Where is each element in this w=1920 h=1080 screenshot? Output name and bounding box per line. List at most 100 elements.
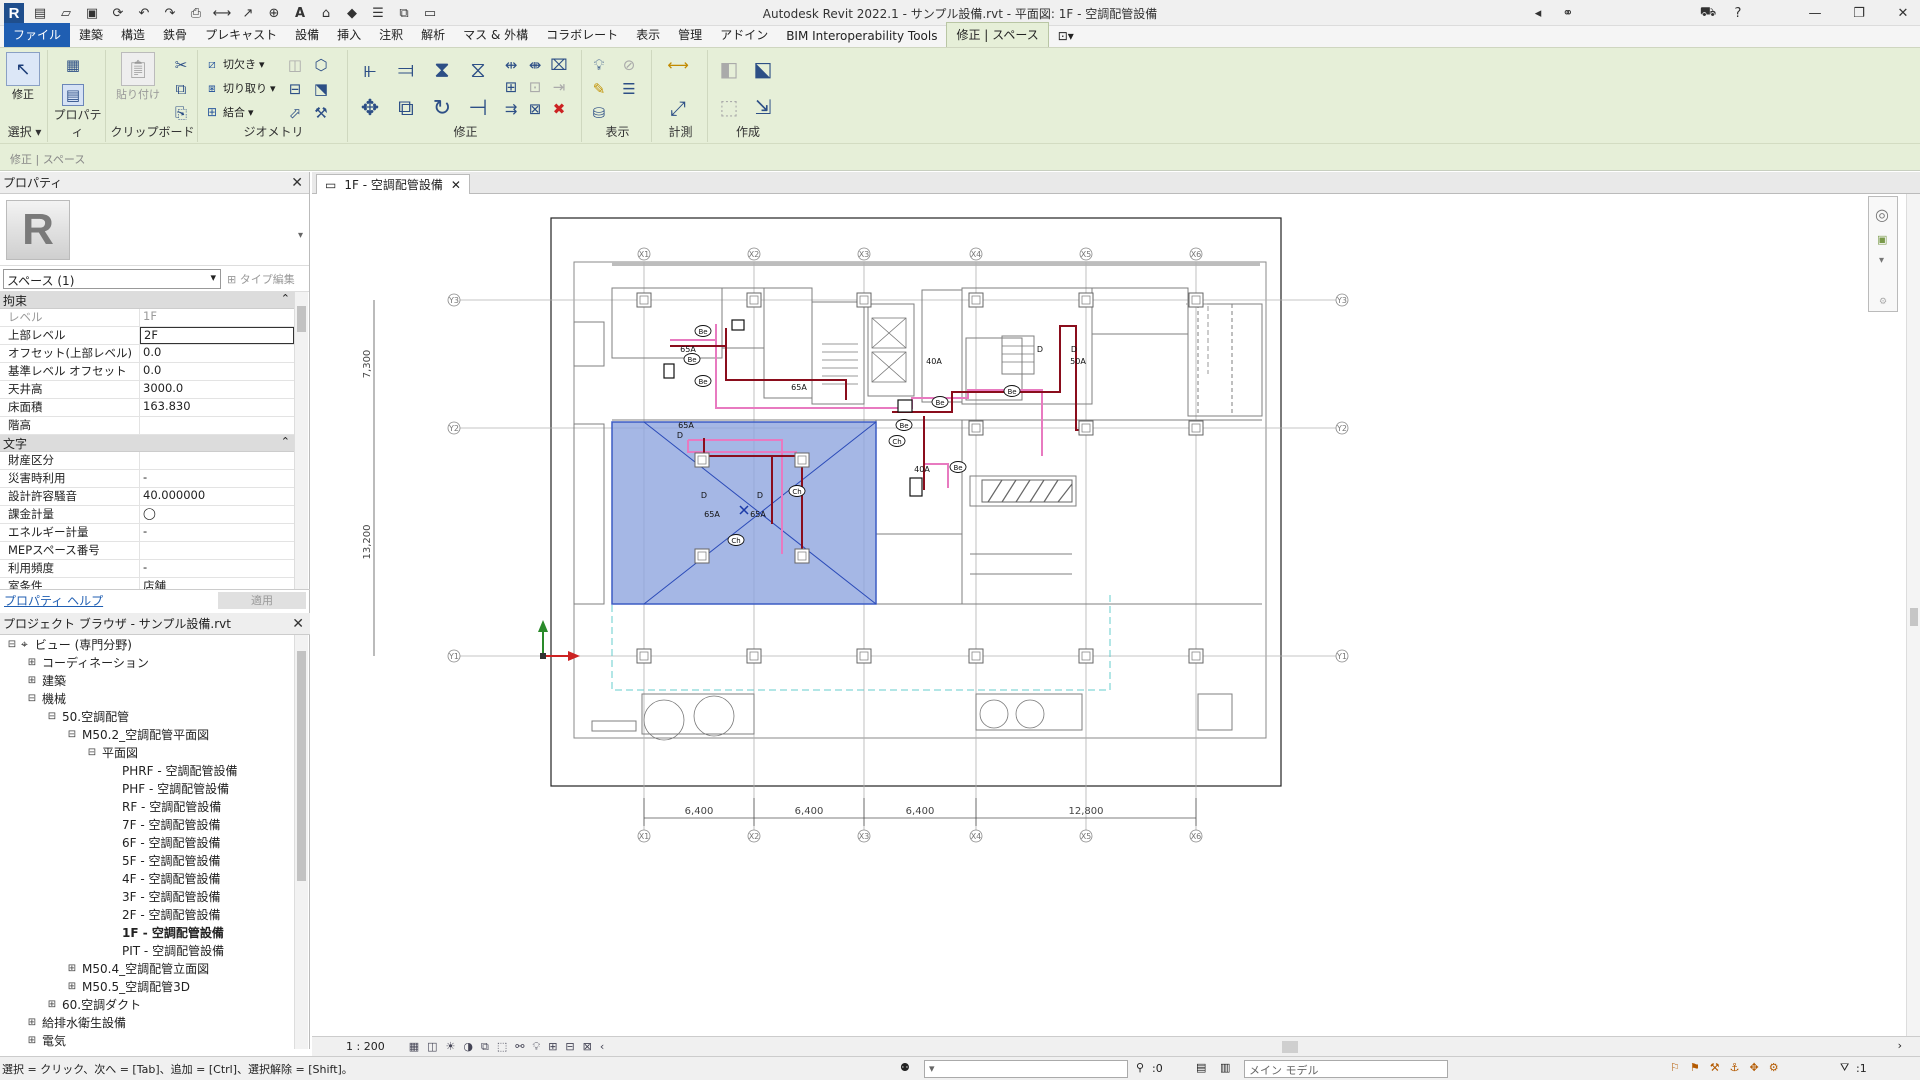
trim-icon[interactable]: ⊣ <box>462 92 494 124</box>
properties-close-icon[interactable]: ✕ <box>291 175 303 191</box>
mirror-draw-icon[interactable]: ⧖ <box>462 54 494 86</box>
browser-node[interactable]: 4F - 空調配管設備 <box>0 869 294 887</box>
steering-wheel-icon[interactable]: ◎ <box>1875 205 1889 224</box>
editable-count-icon[interactable]: ⚲ <box>1136 1061 1144 1074</box>
ribbon-tab[interactable]: アドイン <box>711 23 777 47</box>
property-value[interactable]: 0.0 <box>140 345 294 362</box>
ribbon-tab[interactable]: プレキャスト <box>196 23 286 47</box>
ribbon-tab[interactable]: マス & 外構 <box>454 23 537 47</box>
drawing-canvas[interactable]: X1 X1 X2 X2 X3 X3 X4 X4 X5 X5 X6 X6 Y3 Y3 Y2 Y2 Y1 Y1 <box>312 194 1906 1036</box>
temp-hide-icon[interactable]: ⚯ <box>515 1040 524 1054</box>
filter-icon[interactable]: ⛛ <box>1840 1061 1849 1075</box>
join-button[interactable]: ⊞ 結合 ▾ <box>204 104 254 120</box>
ribbon-tab[interactable]: コラボレート <box>537 23 627 47</box>
browser-node[interactable]: ⊟ 平面図 <box>0 743 294 761</box>
ribbon-tab[interactable]: 鉄骨 <box>154 23 196 47</box>
expand-toggle-icon[interactable]: ⊟ <box>46 711 58 722</box>
select-by-face-icon[interactable]: ⚓ <box>1730 1061 1740 1074</box>
measure-between-icon[interactable]: ⟷ <box>658 54 698 76</box>
selected-space[interactable] <box>611 421 877 605</box>
ribbon-tab[interactable]: 構造 <box>112 23 154 47</box>
expand-toggle-icon[interactable]: ⊟ <box>26 693 38 704</box>
paint-icon[interactable]: ⬔ <box>310 78 332 100</box>
ribbon-tab[interactable]: 表示 <box>627 23 669 47</box>
browser-node[interactable]: ⊞ コーディネーション <box>0 653 294 671</box>
create-similar-icon[interactable]: ⇲ <box>748 92 778 122</box>
ribbon-tab[interactable]: 建築 <box>70 23 112 47</box>
property-value[interactable]: 40.000000 <box>140 488 294 505</box>
property-value[interactable]: 1F <box>140 309 294 326</box>
hide-icon[interactable]: ⊘ <box>618 54 640 76</box>
property-value[interactable]: 3000.0 <box>140 381 294 398</box>
browser-node[interactable]: ⊞ M50.4_空調配管立面図 <box>0 959 294 977</box>
unpin-icon[interactable]: ⌧ <box>548 54 570 76</box>
select-panel-label[interactable]: 選択 ▾ <box>2 123 47 140</box>
instance-filter-select[interactable]: スペース (1) <box>3 268 221 289</box>
property-value[interactable]: - <box>140 560 294 577</box>
property-group-header[interactable]: 文字 <box>0 435 294 452</box>
property-value[interactable] <box>140 542 294 559</box>
type-dropdown-icon[interactable]: ▾ <box>298 230 303 241</box>
browser-node[interactable]: ⊞ 建築 <box>0 671 294 689</box>
view-tab-close-icon[interactable]: ✕ <box>451 178 461 192</box>
array-icon[interactable]: ⊞ <box>500 76 522 98</box>
rotate-icon[interactable]: ↻ <box>426 92 458 124</box>
workset-select[interactable]: ▾ <box>924 1060 1128 1078</box>
properties-scrollbar[interactable] <box>294 292 308 589</box>
close-icon[interactable]: ✕ <box>1886 2 1920 24</box>
split-face-icon[interactable]: ⊟ <box>284 78 306 100</box>
property-group-header[interactable]: 拘束 <box>0 292 294 309</box>
hammer-icon[interactable]: ⚒ <box>310 102 332 124</box>
lightbulb-icon[interactable]: 💡︎ <box>588 54 610 76</box>
ribbon-tab[interactable]: 管理 <box>669 23 711 47</box>
cut-geometry-button[interactable]: ⧆ 切り取り ▾ <box>204 80 275 96</box>
demolish-icon[interactable]: ⬀ <box>284 102 306 124</box>
mirror-axis-icon[interactable]: ⧗ <box>426 54 458 86</box>
create-assembly-icon[interactable]: ◧ <box>714 54 744 84</box>
move-icon[interactable]: ✥ <box>354 92 386 124</box>
navbar-options-icon[interactable]: ⚙ <box>1879 297 1887 307</box>
copy-icon[interactable]: ⧉ <box>170 78 192 100</box>
cart-icon[interactable]: ⛟ <box>1698 3 1718 23</box>
browser-node[interactable]: 5F - 空調配管設備 <box>0 851 294 869</box>
ribbon-toggle-icon[interactable]: ⊡▾ <box>1049 26 1083 47</box>
back-arrow-icon[interactable]: ◂ <box>1528 3 1548 23</box>
browser-node[interactable]: 2F - 空調配管設備 <box>0 905 294 923</box>
expand-toggle-icon[interactable]: ⊞ <box>26 1035 38 1046</box>
split-gap-icon[interactable]: ⇼ <box>524 54 546 76</box>
canvas-vertical-scrollbar[interactable] <box>1906 194 1920 1036</box>
property-value[interactable]: - <box>140 524 294 541</box>
browser-node[interactable]: 1F - 空調配管設備 <box>0 923 294 941</box>
crop-view-icon[interactable]: ⧉ <box>481 1040 489 1054</box>
browser-node[interactable]: ⊟ M50.2_空調配管平面図 <box>0 725 294 743</box>
properties-help-link[interactable]: プロパティ ヘルプ <box>4 592 103 609</box>
browser-node[interactable]: 6F - 空調配管設備 <box>0 833 294 851</box>
browser-node[interactable]: ⊟ 機械 <box>0 689 294 707</box>
pin-icon[interactable]: ⇥ <box>548 76 570 98</box>
wall-joins-icon[interactable]: ◫ <box>284 54 306 76</box>
zoom-icon[interactable]: ▣ <box>1877 233 1887 246</box>
restore-icon[interactable]: ❐ <box>1842 2 1876 24</box>
browser-node[interactable]: ⊞ M50.5_空調配管3D <box>0 977 294 995</box>
scroll-left-icon[interactable]: ‹ <box>600 1040 604 1054</box>
expand-toggle-icon[interactable]: ⊞ <box>66 981 78 992</box>
expand-toggle-icon[interactable]: ⊞ <box>46 999 58 1010</box>
delete-icon[interactable]: ✖ <box>548 98 570 120</box>
select-pinned-icon[interactable]: ⚒ <box>1710 1061 1720 1074</box>
active-only-icon[interactable]: ▥ <box>1220 1061 1230 1074</box>
worksets-icon[interactable]: ⚉ <box>900 1061 910 1074</box>
select-underlay-icon[interactable]: ⚑ <box>1690 1061 1700 1074</box>
minimize-icon[interactable]: — <box>1798 2 1832 24</box>
scroll-right-icon[interactable]: › <box>1898 1039 1902 1052</box>
ribbon-tab[interactable]: 注釈 <box>370 23 412 47</box>
expand-toggle-icon[interactable]: ⊟ <box>6 639 18 650</box>
drag-elements-icon[interactable]: ✥ <box>1750 1061 1759 1074</box>
ribbon-tab[interactable]: 解析 <box>412 23 454 47</box>
browser-node[interactable]: ⊟ 50.空調配管 <box>0 707 294 725</box>
expand-toggle-icon[interactable]: ⊞ <box>26 657 38 668</box>
floor-plan-drawing[interactable]: X1 X1 X2 X2 X3 X3 X4 X4 X5 X5 X6 X6 Y3 Y3 Y2 Y2 Y1 Y1 <box>312 194 1906 1036</box>
type-edit-button[interactable]: ⊞ タイプ編集 <box>227 271 295 287</box>
expand-toggle-icon[interactable]: ⊟ <box>86 747 98 758</box>
binoculars-icon[interactable]: ⚭ <box>1558 3 1578 23</box>
match-type-icon[interactable]: ⎘ <box>170 102 192 124</box>
